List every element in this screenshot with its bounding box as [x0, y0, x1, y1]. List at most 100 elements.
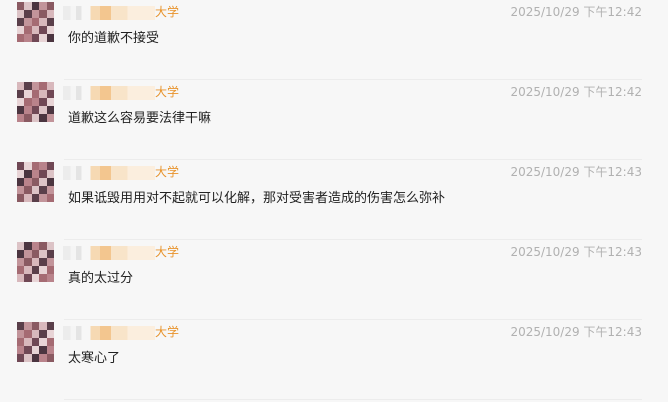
avatar-pixel — [31, 266, 40, 274]
avatar-pixel — [24, 250, 32, 258]
username-suffix: 大学 — [155, 5, 180, 19]
avatar[interactable] — [17, 82, 54, 122]
avatar-pixel — [46, 266, 54, 274]
comment-item: 大学 2025/10/29 下午12:43 如果诋毁用用对不起就可以化解，那对受… — [0, 160, 668, 240]
avatar-pixel — [24, 338, 32, 346]
avatar-pixel — [17, 98, 25, 106]
avatar-pixel — [46, 274, 54, 282]
username[interactable]: 大学 — [63, 244, 183, 260]
username-suffix: 大学 — [155, 165, 180, 179]
avatar-pixel — [39, 242, 47, 250]
avatar-pixel — [39, 354, 47, 362]
comment-item: 大学 2025/10/29 下午12:43 太寒心了 — [0, 320, 668, 400]
avatar-pixel — [39, 98, 47, 106]
avatar-pixel — [39, 82, 47, 90]
username[interactable]: 大学 — [63, 4, 183, 20]
avatar-pixel — [31, 10, 40, 18]
username-blur — [63, 326, 155, 340]
avatar-pixel — [46, 170, 54, 178]
avatar-pixel — [31, 194, 40, 202]
username[interactable]: 大学 — [63, 324, 183, 340]
avatar-pixel — [39, 106, 47, 114]
avatar-pixel — [46, 322, 54, 330]
comment-item: 大学 2025/10/29 下午12:43 真的太过分 — [0, 240, 668, 320]
avatar-pixel — [46, 34, 54, 42]
avatar-pixel — [17, 26, 25, 34]
username-blur — [63, 86, 155, 100]
avatar-pixel — [39, 330, 47, 338]
avatar-pixel — [24, 322, 32, 330]
avatar-pixel — [31, 114, 40, 122]
avatar-pixel — [39, 250, 47, 258]
avatar-pixel — [46, 178, 54, 186]
avatar-pixel — [39, 114, 47, 122]
avatar-pixel — [39, 34, 47, 42]
avatar-pixel — [46, 194, 54, 202]
avatar-pixel — [46, 2, 54, 10]
avatar-pixel — [31, 346, 40, 354]
avatar-pixel — [31, 258, 40, 266]
avatar-pixel — [24, 178, 32, 186]
avatar-pixel — [17, 274, 25, 282]
username[interactable]: 大学 — [63, 164, 183, 180]
avatar-pixel — [39, 170, 47, 178]
avatar-pixel — [46, 82, 54, 90]
avatar-pixel — [31, 338, 40, 346]
avatar-pixel — [31, 274, 40, 282]
avatar-pixel — [17, 266, 25, 274]
avatar-pixel — [17, 170, 25, 178]
avatar-pixel — [24, 114, 32, 122]
avatar-pixel — [46, 106, 54, 114]
avatar-pixel — [17, 82, 25, 90]
avatar-pixel — [17, 2, 25, 10]
avatar-pixel — [31, 322, 40, 330]
avatar-pixel — [17, 242, 25, 250]
avatar-pixel — [39, 178, 47, 186]
avatar-pixel — [24, 186, 32, 194]
avatar-pixel — [24, 162, 32, 170]
avatar-pixel — [46, 258, 54, 266]
avatar-pixel — [17, 114, 25, 122]
avatar-pixel — [46, 114, 54, 122]
divider — [64, 399, 642, 400]
avatar-pixel — [31, 26, 40, 34]
avatar-pixel — [24, 346, 32, 354]
comment-item: 大学 2025/10/29 下午12:42 你的道歉不接受 — [0, 0, 668, 80]
avatar-pixel — [17, 322, 25, 330]
avatar-pixel — [17, 338, 25, 346]
avatar-pixel — [17, 346, 25, 354]
username-blur — [63, 6, 155, 20]
avatar-pixel — [46, 90, 54, 98]
avatar-pixel — [24, 354, 32, 362]
avatar-pixel — [24, 26, 32, 34]
comment-text: 太寒心了 — [68, 351, 121, 366]
avatar-pixel — [31, 242, 40, 250]
avatar-pixel — [31, 162, 40, 170]
avatar-pixel — [31, 186, 40, 194]
avatar-pixel — [17, 106, 25, 114]
avatar[interactable] — [17, 2, 54, 42]
avatar[interactable] — [17, 322, 54, 362]
username-blur — [63, 246, 155, 260]
avatar-pixel — [24, 82, 32, 90]
comment-text: 道歉这么容易要法律干嘛 — [68, 111, 212, 126]
avatar[interactable] — [17, 162, 54, 202]
avatar-pixel — [24, 90, 32, 98]
avatar-pixel — [39, 266, 47, 274]
avatar-pixel — [39, 10, 47, 18]
avatar-pixel — [31, 178, 40, 186]
avatar-pixel — [24, 242, 32, 250]
avatar-pixel — [31, 106, 40, 114]
avatar-pixel — [39, 18, 47, 26]
avatar[interactable] — [17, 242, 54, 282]
avatar-pixel — [24, 274, 32, 282]
avatar-pixel — [39, 90, 47, 98]
avatar-pixel — [17, 354, 25, 362]
avatar-pixel — [24, 106, 32, 114]
avatar-pixel — [17, 162, 25, 170]
avatar-pixel — [31, 170, 40, 178]
avatar-pixel — [46, 354, 54, 362]
avatar-pixel — [39, 258, 47, 266]
avatar-pixel — [31, 34, 40, 42]
username[interactable]: 大学 — [63, 84, 183, 100]
